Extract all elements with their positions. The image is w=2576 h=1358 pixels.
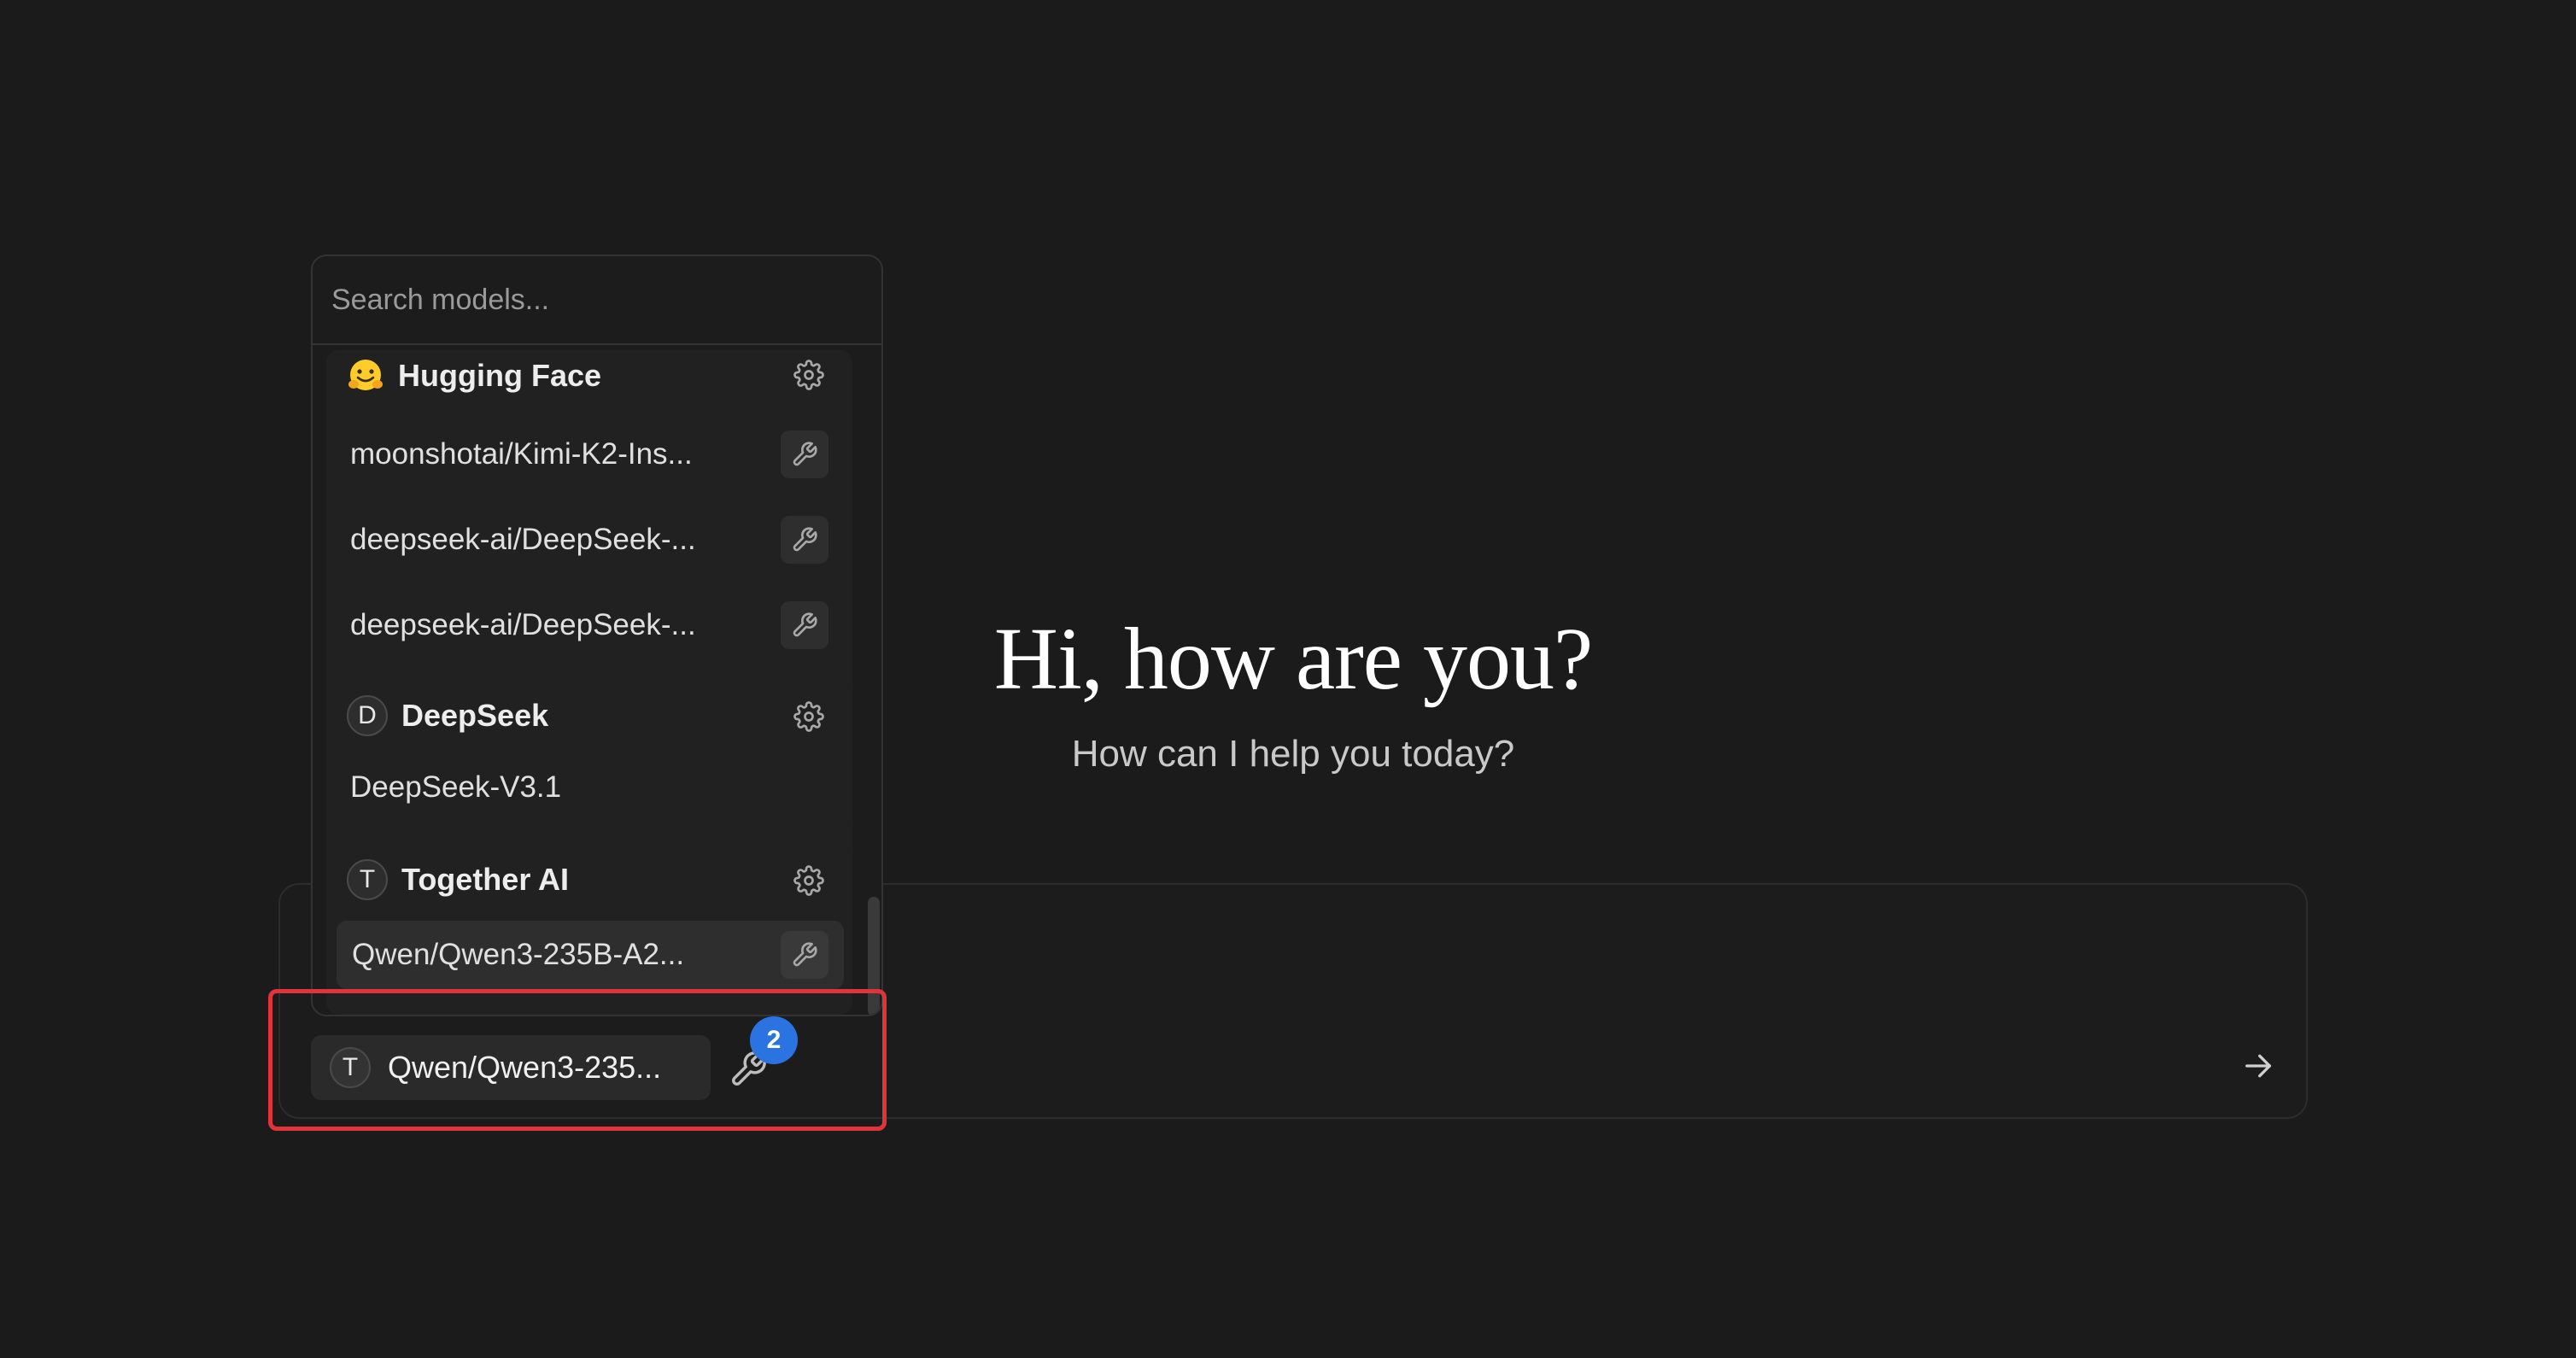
tools-supported-button[interactable]	[781, 430, 828, 478]
group-header: T Together AI	[347, 854, 569, 905]
tools-count-badge: 2	[750, 1016, 798, 1064]
dropdown-scrollbar[interactable]	[868, 897, 880, 1015]
model-item[interactable]: moonshotai/Kimi-K2-Ins...	[335, 420, 844, 489]
greeting-title: Hi, how are you?	[993, 610, 1593, 708]
tools-supported-button[interactable]	[781, 931, 828, 979]
selected-model-label: Qwen/Qwen3-235...	[388, 1050, 662, 1085]
model-selector-button[interactable]: T Qwen/Qwen3-235...	[311, 1035, 711, 1100]
gear-icon	[793, 865, 824, 896]
tools-supported-button[interactable]	[781, 516, 828, 564]
model-item-label: deepseek-ai/DeepSeek-...	[350, 523, 696, 556]
model-item[interactable]: deepseek-ai/DeepSeek-...	[335, 506, 844, 574]
group-title: Hugging Face	[398, 358, 602, 393]
provider-group-deepseek: D DeepSeek DeepSeek-V3.1	[326, 678, 852, 827]
model-item-label: moonshotai/Kimi-K2-Ins...	[350, 437, 693, 471]
provider-avatar: T	[330, 1047, 371, 1088]
greeting: Hi, how are you? How can I help you toda…	[897, 615, 1689, 776]
provider-avatar: D	[347, 695, 388, 736]
wrench-icon	[793, 442, 817, 466]
model-item[interactable]: DeepSeek-V3.1	[335, 753, 844, 822]
group-header: D DeepSeek	[347, 690, 548, 741]
send-button[interactable]	[2234, 1042, 2282, 1090]
provider-avatar: T	[347, 859, 388, 900]
wrench-icon	[793, 942, 817, 967]
hugging-face-emoji-icon	[347, 357, 384, 395]
search-models-input[interactable]	[313, 256, 881, 345]
provider-settings-button[interactable]	[787, 354, 830, 396]
model-item-selected[interactable]: Qwen/Qwen3-235B-A2...	[337, 921, 844, 989]
app-root: Hi, how are you? How can I help you toda…	[0, 0, 2576, 1358]
model-item-label: Qwen/Qwen3-235B-A2...	[352, 938, 685, 971]
model-item-label: DeepSeek-V3.1	[350, 770, 562, 804]
group-title: Together AI	[401, 862, 569, 897]
provider-settings-button[interactable]	[787, 859, 830, 902]
group-header-hugging-face: Hugging Face	[347, 350, 601, 401]
wrench-icon	[793, 527, 817, 552]
model-item[interactable]: deepseek-ai/DeepSeek-...	[335, 591, 844, 659]
provider-settings-button[interactable]	[787, 695, 830, 738]
wrench-icon	[793, 612, 817, 637]
gear-icon	[793, 360, 824, 390]
model-picker-dropdown: Hugging Face	[311, 255, 883, 1016]
gear-icon	[793, 701, 824, 732]
tools-supported-button[interactable]	[781, 601, 828, 649]
greeting-subtitle: How can I help you today?	[1071, 733, 1515, 775]
provider-group-together-ai: T Together AI Qwen/Qwen3-235B-A2...	[326, 844, 852, 1015]
arrow-right-icon	[2245, 1054, 2271, 1078]
model-item-label: deepseek-ai/DeepSeek-...	[350, 608, 696, 641]
group-title: DeepSeek	[401, 698, 549, 733]
